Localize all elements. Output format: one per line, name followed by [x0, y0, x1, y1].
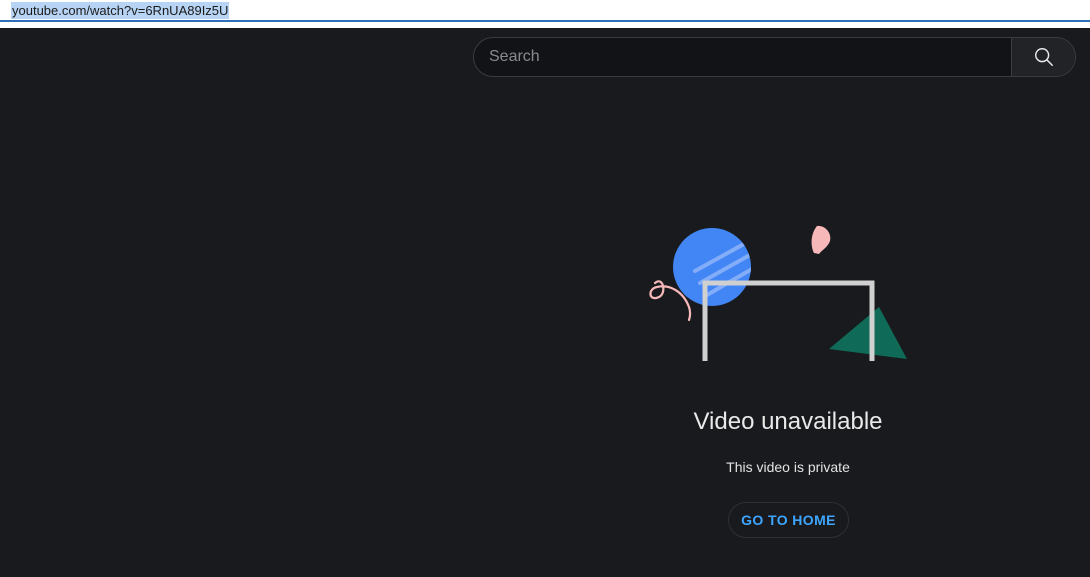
search-icon — [1034, 48, 1053, 66]
browser-address-bar[interactable]: youtube.com/watch?v=6RnUA89Iz5U — [0, 0, 1090, 22]
video-unavailable-illustration — [649, 225, 907, 361]
search-bar — [473, 37, 1076, 77]
pink-drop-shape — [811, 225, 831, 254]
go-to-home-button[interactable]: GO TO HOME — [728, 502, 849, 538]
search-button[interactable] — [1011, 38, 1075, 76]
address-bar-url[interactable]: youtube.com/watch?v=6RnUA89Iz5U — [11, 2, 230, 19]
blue-circle-shape — [673, 228, 751, 306]
search-input[interactable] — [474, 38, 1014, 76]
error-message: This video is private — [726, 459, 850, 475]
green-triangle-shape — [829, 307, 907, 359]
error-title: Video unavailable — [693, 408, 883, 435]
youtube-page: Video unavailable This video is private … — [0, 28, 1090, 577]
